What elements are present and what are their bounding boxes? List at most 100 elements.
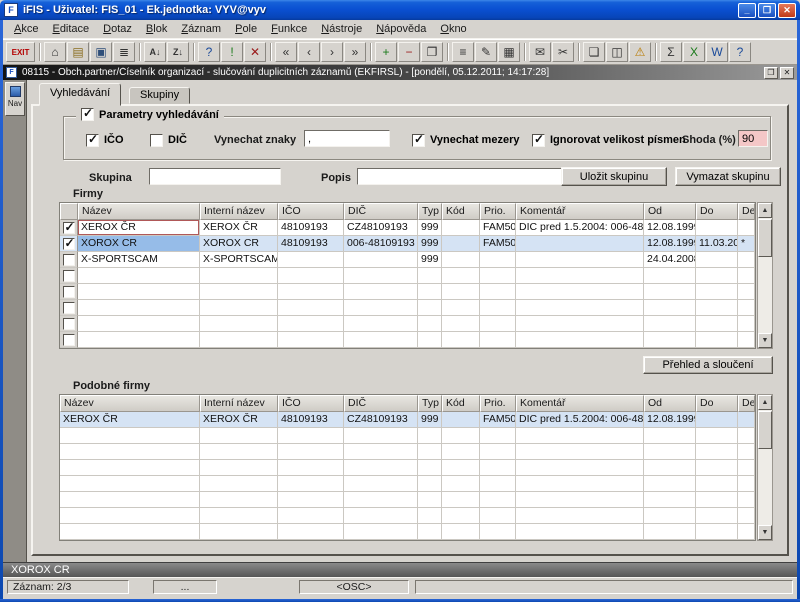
table-cell[interactable]: * — [738, 236, 755, 252]
table-cell[interactable] — [516, 332, 644, 348]
save-group-button[interactable]: Uložit skupinu — [561, 167, 667, 186]
firms-table-row[interactable] — [60, 332, 755, 348]
table-cell[interactable] — [60, 476, 200, 492]
table-cell[interactable] — [200, 444, 278, 460]
table-cell[interactable] — [418, 300, 442, 316]
table-cell[interactable] — [738, 492, 755, 508]
table-cell[interactable] — [418, 492, 442, 508]
table-cell[interactable] — [696, 252, 738, 268]
column-header-typ[interactable]: Typ — [418, 203, 442, 220]
table-cell[interactable]: CZ48109193 — [344, 412, 418, 428]
table-cell[interactable] — [200, 332, 278, 348]
mail-icon[interactable]: ✉ — [529, 42, 551, 62]
similar-scrollbar[interactable] — [757, 394, 773, 541]
table-cell[interactable] — [78, 316, 200, 332]
column-header-del[interactable]: Del — [738, 203, 755, 220]
table-cell[interactable] — [278, 476, 344, 492]
table-cell[interactable] — [442, 524, 480, 540]
menu-item-editace[interactable]: Editace — [45, 21, 96, 37]
table-cell[interactable] — [442, 412, 480, 428]
table-cell[interactable]: 24.04.2008 — [644, 252, 696, 268]
table-cell[interactable] — [480, 444, 516, 460]
table-cell[interactable] — [278, 300, 344, 316]
table-cell[interactable] — [344, 508, 418, 524]
menu-item-dotaz[interactable]: Dotaz — [96, 21, 139, 37]
menu-item-okno[interactable]: Okno — [433, 21, 473, 37]
menu-item-zaznam[interactable]: Záznam — [174, 21, 228, 37]
table-cell[interactable] — [278, 460, 344, 476]
firms-table-row[interactable] — [60, 268, 755, 284]
table-cell[interactable] — [738, 460, 755, 476]
similar-table-row[interactable] — [60, 444, 755, 460]
maximize-button[interactable]: ❐ — [758, 2, 776, 18]
scroll-down-icon[interactable] — [758, 525, 772, 540]
table-cell[interactable] — [644, 524, 696, 540]
table-cell[interactable] — [480, 508, 516, 524]
menu-item-pole[interactable]: Pole — [228, 21, 264, 37]
exit-icon[interactable]: EXIT — [6, 42, 35, 62]
table-cell[interactable] — [60, 460, 200, 476]
table-cell[interactable]: 12.08.1999 — [644, 236, 696, 252]
table-cell[interactable] — [516, 476, 644, 492]
column-header-ico[interactable]: IČO — [278, 395, 344, 412]
table-cell[interactable] — [738, 524, 755, 540]
table-cell[interactable] — [442, 444, 480, 460]
table-cell[interactable] — [644, 332, 696, 348]
table-cell[interactable] — [696, 412, 738, 428]
table-cell[interactable]: XOROX CR — [78, 236, 200, 252]
table-cell[interactable] — [60, 524, 200, 540]
table-cell[interactable] — [644, 508, 696, 524]
table-cell[interactable] — [644, 444, 696, 460]
table-cell[interactable] — [200, 284, 278, 300]
table-cell[interactable] — [480, 316, 516, 332]
export-excel-icon[interactable]: X — [683, 42, 705, 62]
table-cell[interactable] — [78, 268, 200, 284]
table-cell[interactable]: XOROX CR — [200, 236, 278, 252]
table-cell[interactable] — [442, 508, 480, 524]
menu-item-nastroje[interactable]: Nástroje — [314, 21, 369, 37]
scrollbar-thumb[interactable] — [758, 219, 772, 257]
table-cell[interactable] — [516, 460, 644, 476]
column-header-del[interactable]: Del — [738, 395, 755, 412]
table-cell[interactable] — [418, 284, 442, 300]
table-cell[interactable] — [60, 428, 200, 444]
table-cell[interactable]: 999 — [418, 220, 442, 236]
similar-table-row[interactable] — [60, 460, 755, 476]
table-cell[interactable] — [696, 300, 738, 316]
table-cell[interactable] — [442, 332, 480, 348]
table-cell[interactable]: 12.08.1999 — [644, 220, 696, 236]
table-cell[interactable] — [344, 428, 418, 444]
table-cell[interactable] — [696, 428, 738, 444]
firms-table-row[interactable] — [60, 284, 755, 300]
merge-overview-button[interactable]: Přehled a sloučení — [643, 356, 773, 374]
column-header-kod[interactable]: Kód — [442, 203, 480, 220]
similar-table-row[interactable] — [60, 476, 755, 492]
column-header-prio-[interactable]: Prio. — [480, 395, 516, 412]
table-cell[interactable] — [516, 444, 644, 460]
table-cell[interactable]: 999 — [418, 236, 442, 252]
table-cell[interactable] — [418, 444, 442, 460]
help-icon[interactable]: ? — [729, 42, 751, 62]
table-cell[interactable]: 48109193 — [278, 220, 344, 236]
column-header-komentar[interactable]: Komentář — [516, 203, 644, 220]
table-cell[interactable] — [738, 220, 755, 236]
table-cell[interactable] — [442, 220, 480, 236]
table-cell[interactable] — [738, 284, 755, 300]
table-cell[interactable] — [60, 508, 200, 524]
table-cell[interactable] — [278, 332, 344, 348]
window-tile-icon[interactable]: ◫ — [606, 42, 628, 62]
clear-group-button[interactable]: Vymazat skupinu — [675, 167, 781, 186]
table-cell[interactable] — [78, 300, 200, 316]
table-cell[interactable] — [418, 428, 442, 444]
table-cell[interactable] — [200, 508, 278, 524]
table-cell[interactable] — [516, 508, 644, 524]
export-word-icon[interactable]: W — [706, 42, 728, 62]
column-header-interni-nazev[interactable]: Interní název — [200, 203, 278, 220]
firms-table-row[interactable]: X-SPORTSCAM X-SPORTSCAM 999 24.04.2008 — [60, 252, 755, 268]
scrollbar-thumb[interactable] — [758, 411, 772, 449]
open-folder-icon[interactable]: ▤ — [67, 42, 89, 62]
table-cell[interactable] — [344, 332, 418, 348]
save-icon[interactable]: ▣ — [90, 42, 112, 62]
table-cell[interactable]: 11.03.2000 — [696, 236, 738, 252]
table-cell[interactable] — [644, 284, 696, 300]
